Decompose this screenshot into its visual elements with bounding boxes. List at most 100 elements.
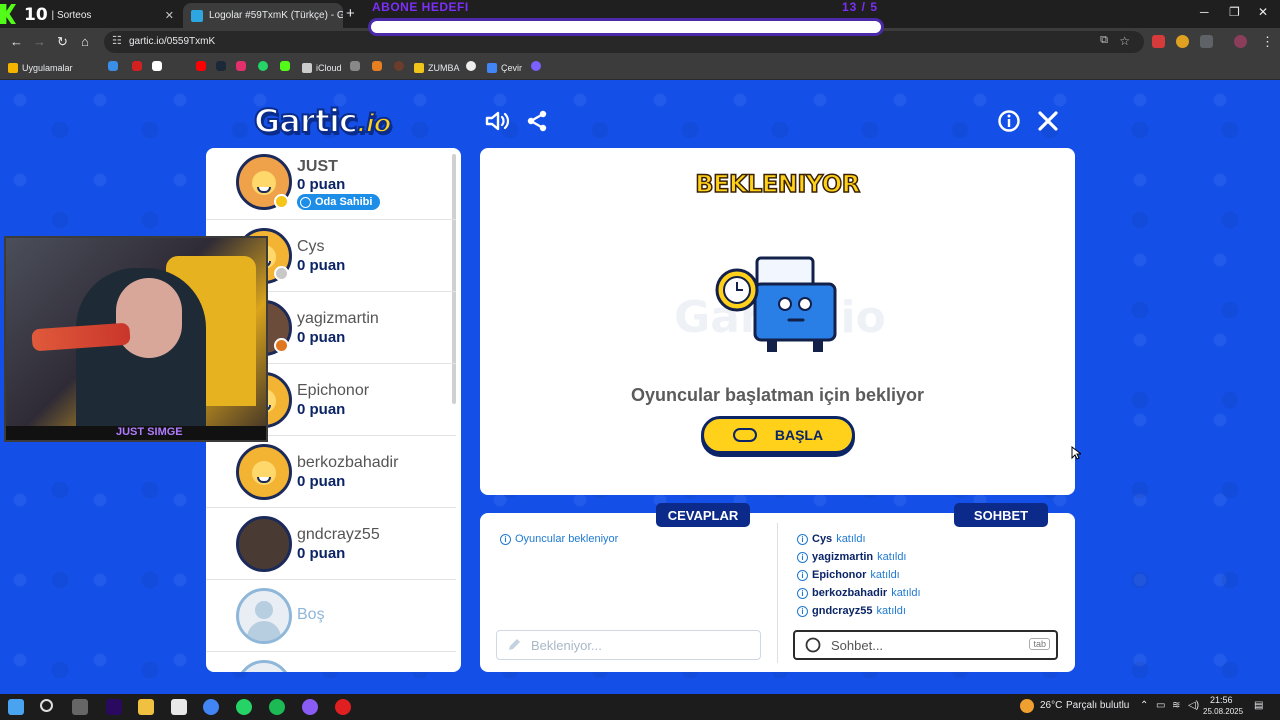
- restore-icon[interactable]: ❐: [1229, 5, 1240, 19]
- obs-icon[interactable]: [335, 699, 351, 715]
- forward-icon[interactable]: →: [33, 34, 46, 49]
- overlay-number: 10: [24, 5, 48, 25]
- start-button[interactable]: BAŞLA: [701, 416, 855, 454]
- chat-join-line: i gndcrayz55 katıldı: [797, 605, 906, 617]
- bookmark-icon-2[interactable]: [132, 61, 142, 71]
- network-icon[interactable]: ▭: [1156, 700, 1165, 711]
- calculator-icon[interactable]: [171, 699, 187, 715]
- waiting-message: Oyuncular başlatman için bekliyor: [630, 385, 925, 405]
- info-icon[interactable]: [996, 108, 1022, 134]
- info-circle-icon: i: [797, 569, 808, 581]
- bookmark-cevir[interactable]: Çevir: [487, 61, 522, 75]
- windows-taskbar: 26°C Parçalı bulutlu ⌃ ▭ ≋ ◁) 21:56 25.0…: [0, 694, 1280, 720]
- tab-key-hint: tab: [1029, 638, 1050, 650]
- player-row[interactable]: berkozbahadir 0 puan: [206, 436, 456, 508]
- player-name: Cys: [297, 238, 325, 255]
- whatsapp-icon[interactable]: [258, 61, 268, 71]
- clock-time[interactable]: 21:56: [1210, 695, 1233, 705]
- translate-icon: [487, 63, 497, 73]
- clock-date[interactable]: 25.08.2025: [1203, 707, 1243, 716]
- bookmark-icon-1[interactable]: [108, 61, 118, 71]
- close-window-icon[interactable]: ✕: [1258, 5, 1268, 19]
- bookmark-apps[interactable]: Uygulamalar: [8, 61, 73, 75]
- answer-input[interactable]: Bekleniyor...: [496, 630, 761, 660]
- extensions-puzzle-icon[interactable]: [1200, 35, 1213, 48]
- player-points: 0 puan: [297, 257, 346, 274]
- new-tab-icon[interactable]: +: [346, 5, 355, 22]
- waiting-mascot-illustration: Gartic.io: [674, 256, 886, 352]
- whatsapp-icon[interactable]: [236, 699, 252, 715]
- windows-start-icon[interactable]: [8, 699, 24, 715]
- pencil-icon: [509, 639, 520, 650]
- kick-icon[interactable]: [280, 61, 290, 71]
- tray-overflow-icon[interactable]: ⌃: [1140, 700, 1148, 711]
- player-row-partial: [206, 652, 456, 672]
- start-button-label: BAŞLA: [774, 427, 824, 443]
- tiktok-icon[interactable]: [152, 61, 162, 71]
- home-icon[interactable]: ⌂: [81, 34, 89, 49]
- premiere-pro-icon[interactable]: [106, 699, 122, 715]
- bookmarks-bar: Uygulamalar iCloud ZUMBA Çevir: [0, 56, 1280, 128]
- bookmark-icon-3[interactable]: [394, 61, 404, 71]
- instagram-icon[interactable]: [236, 61, 246, 71]
- reload-icon[interactable]: ↻: [57, 34, 68, 50]
- chat-join-line: i Cys katıldı: [797, 533, 866, 545]
- chat-input[interactable]: Sohbet... tab: [793, 630, 1058, 660]
- install-app-icon[interactable]: ⧉: [1100, 34, 1108, 47]
- player-name: berkozbahadir: [297, 454, 399, 471]
- weather-temp[interactable]: 26°C: [1040, 700, 1062, 711]
- menu-kebab-icon[interactable]: ⋮: [1261, 34, 1274, 50]
- minimize-icon[interactable]: ─: [1200, 5, 1209, 19]
- subscriber-goal-overlay: ABONE HEDEFI 13 / 5: [366, 0, 886, 38]
- weather-text[interactable]: Parçalı bulutlu: [1066, 700, 1129, 711]
- bookmark-icon-5[interactable]: [531, 61, 541, 71]
- player-row[interactable]: JUST 0 puan Oda Sahibi: [206, 148, 456, 220]
- weather-icon[interactable]: [1020, 699, 1034, 713]
- steam-icon[interactable]: [216, 61, 226, 71]
- sound-icon[interactable]: [484, 108, 510, 134]
- answer-input-placeholder: Bekleniyor...: [531, 637, 602, 653]
- youtube-icon[interactable]: [196, 61, 206, 71]
- bookmark-zumba[interactable]: ZUMBA: [414, 61, 460, 75]
- webcam-overlay: JUST SIMGE: [4, 236, 268, 442]
- notification-icon[interactable]: ▤: [1254, 700, 1263, 711]
- info-circle-icon: i: [797, 587, 808, 599]
- tab-close-icon[interactable]: ✕: [165, 9, 174, 22]
- spotify-icon[interactable]: [269, 699, 285, 715]
- tab-gartic[interactable]: Logolar #59TxmK (Türkçe) - Ga ✕: [183, 3, 343, 28]
- extension-red-icon[interactable]: [1152, 35, 1165, 48]
- game-status-card: BEKLENIYOR Gartic.io Oyuncular başlatman…: [480, 148, 1075, 495]
- extension-shield-icon[interactable]: [1176, 35, 1189, 48]
- player-points: 0 puan: [297, 176, 346, 193]
- gartic-favicon-icon: [191, 9, 203, 22]
- file-explorer-icon[interactable]: [138, 699, 154, 715]
- close-game-icon[interactable]: [1035, 108, 1061, 134]
- site-info-icon[interactable]: ☷: [112, 34, 122, 47]
- info-circle-icon: i: [797, 533, 808, 545]
- player-points: 0 puan: [297, 473, 346, 490]
- wifi-icon[interactable]: ≋: [1172, 700, 1180, 711]
- streamer-head: [116, 278, 182, 358]
- share-icon[interactable]: [524, 108, 550, 134]
- player-points: 0 puan: [297, 545, 346, 562]
- search-icon[interactable]: [40, 699, 53, 712]
- back-icon[interactable]: ←: [10, 34, 23, 49]
- task-view-icon[interactable]: [72, 699, 88, 715]
- discord-icon[interactable]: [302, 699, 318, 715]
- bookmark-star-icon[interactable]: ☆: [1119, 34, 1130, 48]
- kick-logo-icon: [0, 4, 16, 24]
- empty-avatar: [236, 660, 292, 672]
- zumba-icon: [414, 63, 424, 73]
- volume-icon[interactable]: ◁): [1188, 700, 1199, 711]
- player-name: Epichonor: [297, 382, 370, 399]
- player-row[interactable]: gndcrayz55 0 puan: [206, 508, 456, 580]
- profile-avatar-icon[interactable]: [1234, 35, 1247, 48]
- player-status-dot: [274, 266, 289, 281]
- goal-label: ABONE HEDEFI: [372, 0, 469, 14]
- link-icon[interactable]: [350, 61, 360, 71]
- bookmark-icloud[interactable]: iCloud: [302, 61, 342, 75]
- hb-icon[interactable]: [372, 61, 382, 71]
- gartic-logo[interactable]: Gartic.io: [253, 101, 393, 141]
- bookmark-icon-4[interactable]: [466, 61, 476, 71]
- chrome-icon[interactable]: [203, 699, 219, 715]
